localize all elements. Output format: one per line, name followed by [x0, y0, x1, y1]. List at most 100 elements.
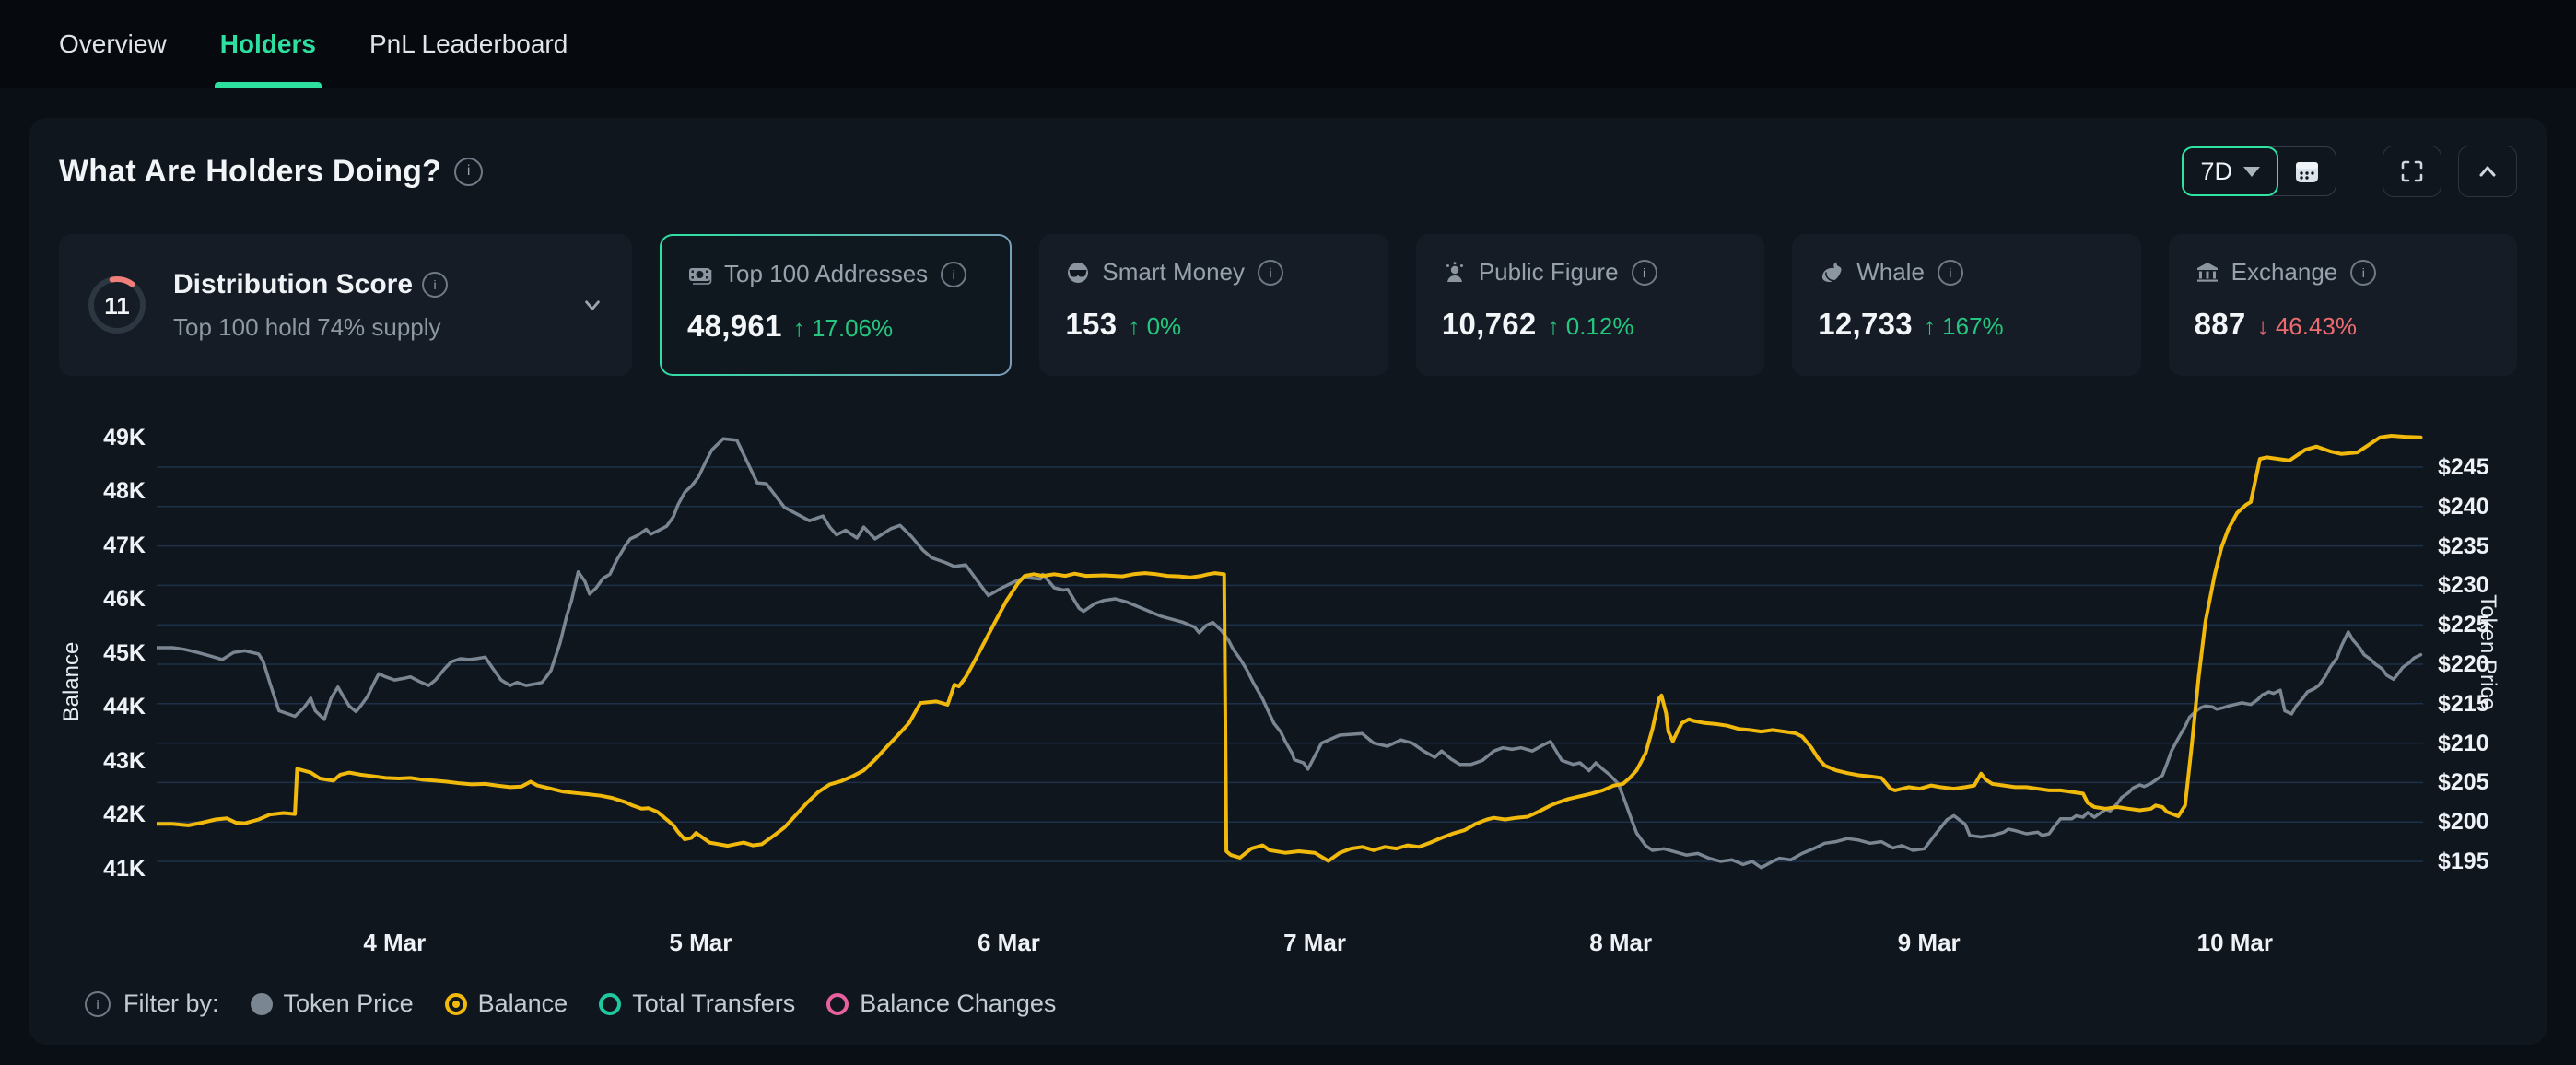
info-icon[interactable]: i [1938, 260, 1963, 286]
y-left-tick: 42K [81, 801, 146, 828]
stat-card-smart-money[interactable]: Smart Money i 153 ↑ 0% [1039, 234, 1388, 376]
legend-swatch-icon [251, 993, 273, 1015]
header-controls: 7D [2182, 146, 2517, 197]
stat-card-change: ↑ 0% [1128, 312, 1181, 341]
banknote-icon [687, 262, 713, 287]
stat-card-change: ↓ 46.43% [2257, 312, 2357, 341]
x-axis-tick: 6 Mar [954, 929, 1064, 957]
stat-card-label: Exchange [2231, 258, 2338, 287]
stat-card-value: 887 [2195, 307, 2246, 342]
legend-item-total-transfers[interactable]: Total Transfers [599, 989, 795, 1018]
y-left-tick: 44K [81, 693, 146, 720]
stat-card-label: Public Figure [1479, 258, 1619, 287]
x-axis-tick: 4 Mar [339, 929, 450, 957]
y-left-tick: 48K [81, 477, 146, 505]
chart-legend: i Filter by: Token Price Balance Total Tra… [85, 989, 1056, 1018]
stat-card-label: Smart Money [1102, 258, 1245, 287]
legend-item-token-price[interactable]: Token Price [251, 989, 414, 1018]
legend-item-balance-changes[interactable]: Balance Changes [826, 989, 1056, 1018]
chevron-down-icon[interactable] [579, 291, 606, 319]
range-label: 7D [2200, 158, 2232, 186]
info-icon[interactable]: i [454, 158, 483, 186]
info-icon[interactable]: i [1632, 260, 1657, 286]
calendar-button[interactable] [2278, 147, 2336, 195]
distribution-label: Distribution Score [173, 269, 413, 300]
tab-pnl-leaderboard[interactable]: PnL Leaderboard [369, 0, 568, 88]
bank-icon [2195, 260, 2220, 286]
series-balance [157, 436, 2421, 861]
arrow-up-icon: ↑ [1548, 312, 1560, 340]
distribution-text: Distribution Score i Top 100 hold 74% su… [173, 269, 555, 342]
x-axis-tick: 9 Mar [1874, 929, 1985, 957]
y-left-tick: 41K [81, 855, 146, 883]
x-axis-tick: 5 Mar [645, 929, 755, 957]
distribution-score-value: 11 [104, 292, 130, 320]
stat-card-value: 153 [1065, 307, 1117, 342]
y-left-tick: 47K [81, 532, 146, 559]
y-right-tick: $215 [2438, 690, 2521, 718]
arrow-up-icon: ↑ [1128, 312, 1140, 340]
fullscreen-icon [2399, 158, 2425, 184]
distribution-score-card[interactable]: 11 Distribution Score i Top 100 hold 74%… [59, 234, 632, 376]
legend-swatch-icon [826, 993, 849, 1015]
collapse-button[interactable] [2458, 146, 2517, 197]
stat-card-public-figure[interactable]: Public Figure i 10,762 ↑ 0.12% [1416, 234, 1764, 376]
arrow-up-icon: ↑ [793, 314, 805, 342]
stat-card-value: 10,762 [1442, 307, 1537, 342]
y-right-tick: $200 [2438, 808, 2521, 836]
y-right-tick: $225 [2438, 611, 2521, 638]
stat-card-top-100-addresses[interactable]: Top 100 Addressesi48,961↑ 17.06% [660, 234, 1012, 376]
x-axis-tick: 8 Mar [1565, 929, 1676, 957]
legend-item-label: Balance Changes [860, 989, 1056, 1018]
info-icon[interactable]: i [941, 262, 966, 287]
page-title: What Are Holders Doing? [59, 154, 441, 190]
info-icon[interactable]: i [85, 991, 111, 1017]
legend-item-balance[interactable]: Balance [445, 989, 568, 1018]
tab-list: Overview Holders PnL Leaderboard [0, 0, 2576, 88]
info-icon[interactable]: i [2350, 260, 2376, 286]
y-right-tick: $245 [2438, 453, 2521, 481]
arrow-up-icon: ↑ [1924, 312, 1936, 340]
stat-card-value: 48,961 [687, 309, 782, 344]
x-axis-tick: 10 Mar [2180, 929, 2290, 957]
smart-money-icon [1065, 260, 1091, 286]
y-left-tick: 45K [81, 639, 146, 667]
info-icon[interactable]: i [422, 272, 448, 298]
y-right-tick: $240 [2438, 493, 2521, 521]
stat-card-value: 12,733 [1818, 307, 1913, 342]
y-right-tick: $210 [2438, 730, 2521, 757]
y-left-tick: 49K [81, 424, 146, 451]
stat-card-row: 11 Distribution Score i Top 100 hold 74%… [59, 234, 2517, 376]
info-icon[interactable]: i [1258, 260, 1283, 286]
chevron-down-icon [2243, 167, 2260, 177]
fullscreen-button[interactable] [2383, 146, 2441, 197]
arrow-down-icon: ↓ [2257, 312, 2269, 340]
legend-swatch-icon [599, 993, 621, 1015]
legend-item-label: Token Price [284, 989, 414, 1018]
stat-card-label: Whale [1856, 258, 1925, 287]
chevron-up-icon [2475, 158, 2500, 184]
stat-card-change: ↑ 0.12% [1548, 312, 1634, 341]
tab-holders[interactable]: Holders [220, 0, 316, 88]
legend-item-label: Balance [478, 989, 568, 1018]
stat-card-exchange[interactable]: Exchange i 887 ↓ 46.43% [2169, 234, 2517, 376]
y-right-tick: $230 [2438, 571, 2521, 599]
y-right-tick: $205 [2438, 768, 2521, 796]
holders-chart[interactable] [157, 419, 2423, 921]
x-axis-tick: 7 Mar [1259, 929, 1370, 957]
holders-panel: What Are Holders Doing? i 7D [29, 118, 2547, 1045]
legend-prefix: Filter by: [123, 989, 219, 1018]
legend-item-label: Total Transfers [632, 989, 795, 1018]
calendar-icon [2293, 158, 2321, 185]
whale-icon [1818, 260, 1845, 286]
y-right-tick: $235 [2438, 532, 2521, 560]
panel-header: What Are Holders Doing? i 7D [59, 144, 2517, 199]
series-token-price [157, 439, 2421, 868]
tab-overview[interactable]: Overview [59, 0, 167, 88]
range-dropdown[interactable]: 7D [2182, 146, 2278, 196]
stat-card-label: Top 100 Addresses [724, 260, 928, 288]
distribution-subtitle: Top 100 hold 74% supply [173, 313, 555, 342]
y-left-tick: 43K [81, 747, 146, 775]
stat-card-whale[interactable]: Whalei 12,733 ↑ 167% [1792, 234, 2140, 376]
stat-card-change: ↑ 167% [1924, 312, 2004, 341]
